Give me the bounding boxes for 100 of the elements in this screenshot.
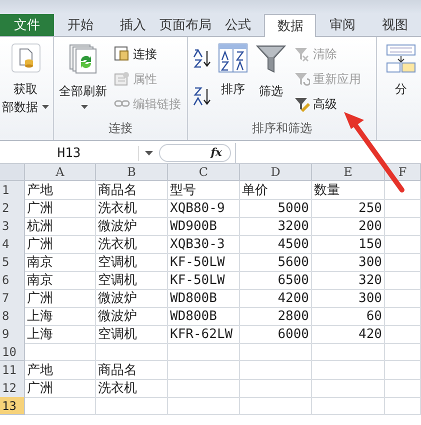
- select-all-corner[interactable]: [0, 164, 25, 181]
- table-cell[interactable]: 4500: [240, 235, 312, 254]
- table-cell[interactable]: 商品名: [96, 361, 168, 380]
- table-cell[interactable]: [385, 181, 421, 200]
- ribbon-tab[interactable]: 页面布局: [159, 14, 212, 36]
- table-cell[interactable]: [312, 379, 385, 398]
- table-cell[interactable]: 微波炉: [96, 307, 168, 326]
- table-cell[interactable]: 上海: [25, 307, 96, 326]
- table-cell[interactable]: 型号: [168, 181, 240, 200]
- table-cell[interactable]: [168, 343, 240, 361]
- table-cell[interactable]: 广洲: [25, 235, 96, 254]
- row-header[interactable]: 8: [0, 307, 25, 326]
- table-cell[interactable]: [385, 199, 421, 218]
- table-cell[interactable]: WD900B: [168, 217, 240, 236]
- row-header[interactable]: 1: [0, 181, 25, 200]
- ribbon-small-button[interactable]: 高级: [292, 93, 363, 115]
- table-cell[interactable]: 300: [312, 289, 385, 308]
- table-cell[interactable]: [385, 235, 421, 254]
- table-cell[interactable]: 洗衣机: [96, 199, 168, 218]
- table-cell[interactable]: KF-50LW: [168, 271, 240, 290]
- table-cell[interactable]: 200: [312, 217, 385, 236]
- table-cell[interactable]: [240, 361, 312, 380]
- row-header[interactable]: 7: [0, 289, 25, 308]
- table-cell[interactable]: 6000: [240, 325, 312, 344]
- table-cell[interactable]: 微波炉: [96, 217, 168, 236]
- column-header[interactable]: B: [96, 164, 168, 181]
- table-cell[interactable]: [312, 397, 385, 415]
- column-header[interactable]: E: [312, 164, 385, 181]
- table-cell[interactable]: 产地: [25, 181, 96, 200]
- table-cell[interactable]: 广洲: [25, 199, 96, 218]
- table-cell[interactable]: [96, 397, 168, 415]
- table-cell[interactable]: [385, 397, 421, 415]
- table-cell[interactable]: 数量: [312, 181, 385, 200]
- row-header[interactable]: 3: [0, 217, 25, 236]
- table-cell[interactable]: XQB80-9: [168, 199, 240, 218]
- table-cell[interactable]: 2800: [240, 307, 312, 326]
- table-cell[interactable]: 150: [312, 235, 385, 254]
- table-cell[interactable]: 微波炉: [96, 289, 168, 308]
- row-header[interactable]: 5: [0, 253, 25, 272]
- table-cell[interactable]: [385, 361, 421, 380]
- table-cell[interactable]: 300: [312, 253, 385, 272]
- table-cell[interactable]: 产地: [25, 361, 96, 380]
- table-cell[interactable]: 南京: [25, 253, 96, 272]
- table-cell[interactable]: [385, 379, 421, 398]
- table-cell[interactable]: XQB30-3: [168, 235, 240, 254]
- table-cell[interactable]: [240, 379, 312, 398]
- table-cell[interactable]: [385, 289, 421, 308]
- table-cell[interactable]: [385, 343, 421, 361]
- table-cell[interactable]: 单价: [240, 181, 312, 200]
- table-cell[interactable]: 上海: [25, 325, 96, 344]
- row-header[interactable]: 9: [0, 325, 25, 344]
- table-cell[interactable]: [312, 343, 385, 361]
- table-cell[interactable]: WD800B: [168, 307, 240, 326]
- ribbon-tab[interactable]: 审阅: [316, 14, 369, 36]
- dropdown-caret-icon[interactable]: [145, 150, 153, 156]
- table-cell[interactable]: 4200: [240, 289, 312, 308]
- table-cell[interactable]: [385, 307, 421, 326]
- table-cell[interactable]: [240, 397, 312, 415]
- table-cell[interactable]: 空调机: [96, 271, 168, 290]
- table-cell[interactable]: [385, 217, 421, 236]
- sort-button[interactable]: 排序: [216, 41, 250, 120]
- refresh-all-button[interactable]: 全部刷新: [57, 41, 109, 120]
- column-header[interactable]: F: [385, 164, 421, 181]
- filter-button[interactable]: 筛选: [252, 41, 289, 120]
- table-cell[interactable]: [25, 343, 96, 361]
- table-cell[interactable]: [240, 343, 312, 361]
- name-box[interactable]: H13: [0, 146, 139, 160]
- table-cell[interactable]: 6500: [240, 271, 312, 290]
- ribbon-tab[interactable]: 文件: [0, 14, 54, 36]
- table-cell[interactable]: 广洲: [25, 379, 96, 398]
- ribbon-small-button[interactable]: 连接: [112, 43, 183, 65]
- table-cell[interactable]: 320: [312, 271, 385, 290]
- column-header[interactable]: D: [240, 164, 312, 181]
- table-cell[interactable]: 南京: [25, 271, 96, 290]
- table-cell[interactable]: KF-50LW: [168, 253, 240, 272]
- get-external-data-button[interactable]: 获取 部数据: [0, 41, 51, 140]
- ribbon-tab[interactable]: 数据: [264, 14, 316, 37]
- table-cell[interactable]: [168, 379, 240, 398]
- column-header[interactable]: A: [25, 164, 96, 181]
- table-cell[interactable]: [385, 325, 421, 344]
- table-cell[interactable]: [168, 361, 240, 380]
- table-cell[interactable]: WD800B: [168, 289, 240, 308]
- table-cell[interactable]: 3200: [240, 217, 312, 236]
- row-header[interactable]: 11: [0, 361, 25, 380]
- insert-function-button[interactable]: fx: [159, 144, 231, 162]
- table-cell[interactable]: [25, 397, 96, 415]
- table-cell[interactable]: [312, 361, 385, 380]
- ribbon-tab[interactable]: 开始: [54, 14, 107, 36]
- table-cell[interactable]: KFR-62LW: [168, 325, 240, 344]
- row-header[interactable]: 2: [0, 199, 25, 218]
- text-to-columns-button[interactable]: 分: [384, 41, 418, 140]
- row-header[interactable]: 13: [0, 397, 25, 415]
- row-header[interactable]: 12: [0, 379, 25, 398]
- table-cell[interactable]: 420: [312, 325, 385, 344]
- row-header[interactable]: 4: [0, 235, 25, 254]
- row-header[interactable]: 6: [0, 271, 25, 290]
- table-cell[interactable]: 250: [312, 199, 385, 218]
- row-header[interactable]: 10: [0, 343, 25, 361]
- table-cell[interactable]: 60: [312, 307, 385, 326]
- ribbon-tab[interactable]: 插入: [106, 14, 160, 36]
